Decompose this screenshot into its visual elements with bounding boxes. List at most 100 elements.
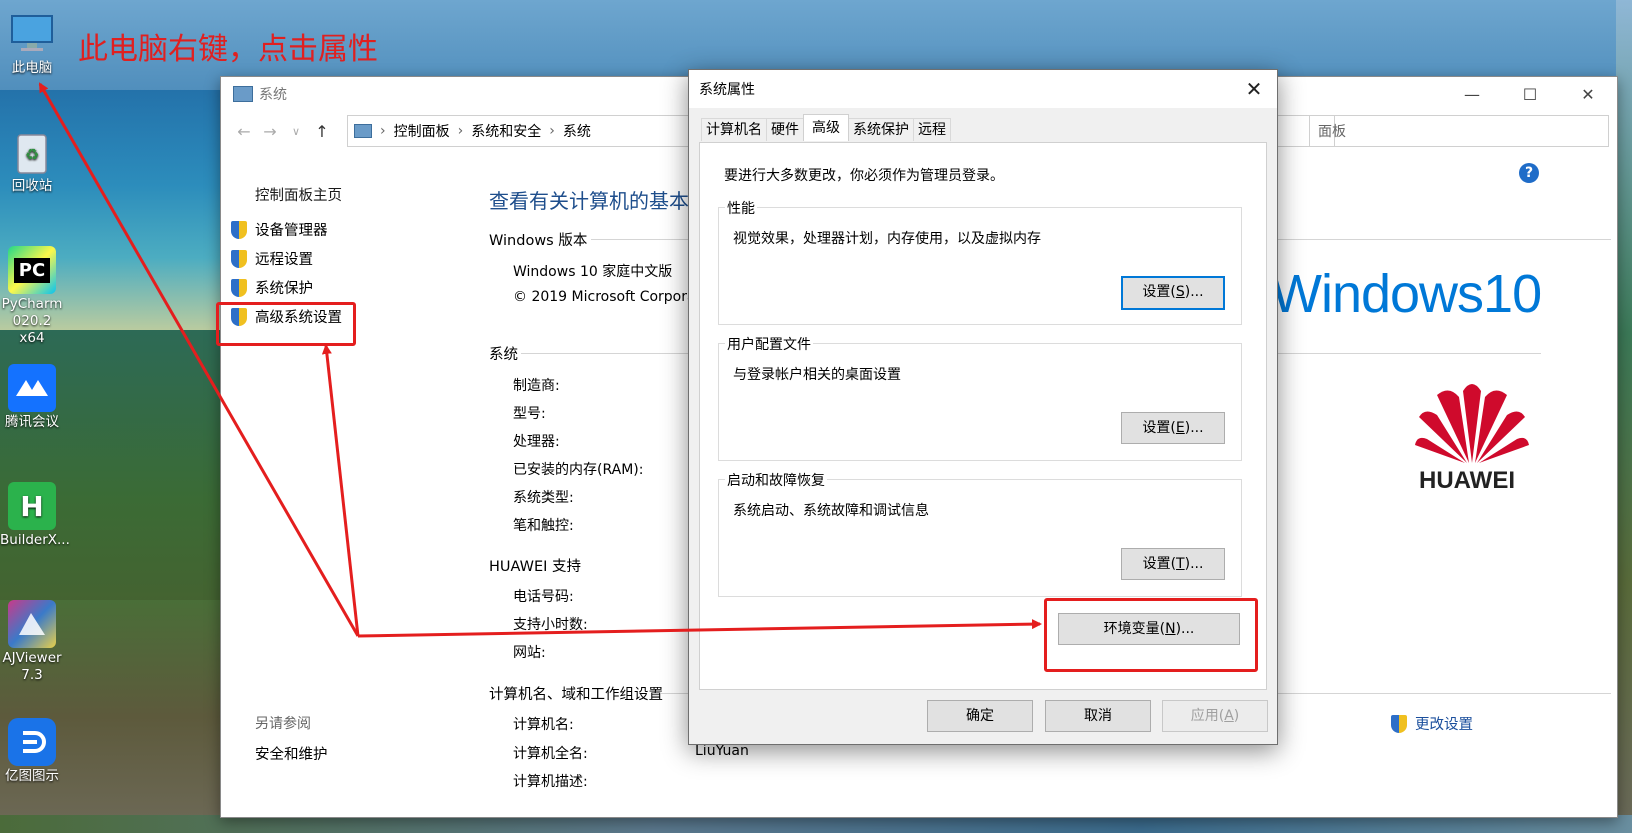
search-input[interactable]: 面板 bbox=[1309, 115, 1609, 147]
tab-computer-name[interactable]: 计算机名 bbox=[701, 118, 767, 141]
breadcrumb-system-security[interactable]: 系统和安全 bbox=[471, 121, 541, 141]
btn-tail: ) bbox=[1233, 708, 1240, 724]
btn-tail: )... bbox=[1184, 284, 1204, 300]
row-model-label: 型号: bbox=[513, 406, 546, 422]
btn-text: 设置( bbox=[1142, 420, 1176, 436]
btn-text: 设置( bbox=[1142, 556, 1177, 572]
group-user-profiles: 用户配置文件 与登录帐户相关的桌面设置 设置(E)... bbox=[718, 334, 1242, 461]
nav-remote-settings[interactable]: 远程设置 bbox=[231, 244, 471, 273]
btn-text: 应用( bbox=[1190, 708, 1225, 724]
nav-label: 设备管理器 bbox=[255, 223, 328, 239]
row-description-label: 计算机描述: bbox=[513, 774, 588, 790]
desktop-icon-label: AJViewer bbox=[2, 650, 62, 666]
row-ram-label: 已安装的内存(RAM): bbox=[513, 462, 644, 478]
window-controls: — ☐ ✕ bbox=[1443, 77, 1617, 111]
btn-text: 设置( bbox=[1142, 284, 1176, 300]
tab-system-protection[interactable]: 系统保护 bbox=[848, 118, 914, 141]
search-placeholder: 面板 bbox=[1318, 124, 1346, 140]
desktop-icon-label: 亿图图示 bbox=[5, 768, 59, 784]
help-icon[interactable]: ? bbox=[1519, 163, 1539, 183]
row-full-name-value: LiuYuan bbox=[695, 743, 749, 759]
nav-system-protection[interactable]: 系统保护 bbox=[231, 273, 471, 302]
back-icon[interactable]: ← bbox=[231, 122, 257, 141]
section-support: HUAWEI 支持 bbox=[489, 559, 582, 575]
close-icon[interactable]: ✕ bbox=[1559, 77, 1617, 111]
ajviewer-icon bbox=[8, 600, 56, 648]
group-title: 启动和故障恢复 bbox=[725, 470, 827, 490]
dialog-title: 系统属性 bbox=[699, 82, 755, 98]
desktop-icon-label-2: 020.2 x64 bbox=[12, 313, 52, 346]
btn-tail: )... bbox=[1184, 420, 1204, 436]
nav-control-panel-home[interactable]: 控制面板主页 bbox=[231, 173, 471, 215]
close-icon[interactable]: ✕ bbox=[1241, 76, 1267, 102]
shield-icon bbox=[231, 278, 247, 297]
system-window-title: 系统 bbox=[259, 87, 287, 103]
desktop-icon-recycle-bin[interactable]: ♻ 回收站 bbox=[0, 128, 64, 195]
windows-edition-value: Windows 10 家庭中文版 bbox=[513, 264, 673, 280]
chevron-down-icon[interactable]: ∨ bbox=[283, 125, 309, 138]
desktop-icon-label: BuilderX... bbox=[0, 532, 70, 548]
shield-icon bbox=[231, 220, 247, 239]
annotation-instruction: 此电脑右键，点击属性 bbox=[78, 32, 378, 67]
svg-text:♻: ♻ bbox=[25, 145, 39, 164]
desktop-icon-tencent-meeting[interactable]: 腾讯会议 bbox=[0, 364, 64, 431]
desktop-icon-builderx[interactable]: H BuilderX... bbox=[0, 482, 70, 549]
forward-icon[interactable]: → bbox=[257, 122, 283, 141]
btn-tail: )... bbox=[1184, 556, 1204, 572]
group-description: 与登录帐户相关的桌面设置 bbox=[733, 367, 901, 383]
control-panel-icon bbox=[354, 124, 372, 138]
change-settings-link[interactable]: 更改设置 bbox=[1391, 713, 1473, 734]
security-maintenance-link[interactable]: 安全和维护 bbox=[255, 743, 328, 764]
maximize-icon[interactable]: ☐ bbox=[1501, 77, 1559, 111]
tab-remote[interactable]: 远程 bbox=[913, 118, 951, 141]
startup-recovery-settings-button[interactable]: 设置(T)... bbox=[1121, 548, 1225, 580]
nav-device-manager[interactable]: 设备管理器 bbox=[231, 215, 471, 244]
group-title: 性能 bbox=[725, 198, 757, 218]
group-startup-recovery: 启动和故障恢复 系统启动、系统故障和调试信息 设置(T)... bbox=[718, 470, 1242, 597]
desktop-icon-pycharm[interactable]: PC PyCharm 020.2 x64 bbox=[0, 246, 64, 347]
row-phone-label: 电话号码: bbox=[513, 589, 574, 605]
user-profiles-settings-button[interactable]: 设置(E)... bbox=[1121, 412, 1225, 444]
breadcrumb-separator: › bbox=[457, 123, 464, 139]
ok-button[interactable]: 确定 bbox=[927, 700, 1033, 732]
section-windows-edition: Windows 版本 bbox=[489, 233, 588, 249]
desktop-icon-ajviewer[interactable]: AJViewer 7.3 bbox=[0, 600, 64, 684]
desktop-icon-this-pc[interactable]: 此电脑 bbox=[0, 10, 64, 77]
section-computer-name: 计算机名、域和工作组设置 bbox=[489, 687, 663, 703]
row-manufacturer-label: 制造商: bbox=[513, 378, 560, 394]
performance-settings-button[interactable]: 设置(S)... bbox=[1121, 276, 1225, 310]
row-computer-name-label: 计算机名: bbox=[513, 717, 574, 733]
admin-notice: 要进行大多数更改，你必须作为管理员登录。 bbox=[724, 168, 1004, 184]
cancel-button[interactable]: 取消 bbox=[1045, 700, 1151, 732]
btn-key: E bbox=[1175, 420, 1185, 436]
breadcrumb-separator: › bbox=[380, 123, 386, 139]
pycharm-icon: PC bbox=[8, 246, 56, 294]
copyright-text: © 2019 Microsoft Corpora bbox=[513, 289, 696, 305]
page-title: 查看有关计算机的基本信 bbox=[489, 189, 709, 213]
desktop-icon-edraw[interactable]: 亿图图示 bbox=[0, 718, 64, 785]
dialog-titlebar[interactable]: 系统属性 ✕ bbox=[689, 70, 1277, 108]
row-system-type-label: 系统类型: bbox=[513, 490, 574, 506]
apply-button[interactable]: 应用(A) bbox=[1162, 700, 1268, 732]
desktop-icon-label: 此电脑 bbox=[11, 60, 53, 76]
minimize-icon[interactable]: — bbox=[1443, 77, 1501, 111]
row-pen-touch-label: 笔和触控: bbox=[513, 518, 574, 534]
shield-icon bbox=[231, 249, 247, 268]
btn-key: T bbox=[1176, 556, 1185, 572]
tab-advanced[interactable]: 高级 bbox=[803, 114, 849, 141]
row-full-name-label: 计算机全名: bbox=[513, 746, 588, 762]
recycle-bin-icon: ♻ bbox=[8, 128, 56, 176]
breadcrumb-system[interactable]: 系统 bbox=[563, 121, 591, 141]
desktop-icon-label: 回收站 bbox=[11, 178, 53, 194]
change-settings-label: 更改设置 bbox=[1415, 717, 1473, 733]
up-icon[interactable]: ↑ bbox=[309, 122, 335, 141]
row-hours-label: 支持小时数: bbox=[513, 617, 588, 633]
tab-hardware[interactable]: 硬件 bbox=[766, 118, 804, 141]
nav-label: 远程设置 bbox=[255, 252, 313, 268]
btn-key: A bbox=[1224, 708, 1234, 724]
row-processor-label: 处理器: bbox=[513, 434, 560, 450]
row-website-label: 网站: bbox=[513, 645, 546, 661]
tencent-meeting-icon bbox=[8, 364, 56, 412]
desktop-icon-label: PyCharm bbox=[1, 296, 63, 312]
breadcrumb-control-panel[interactable]: 控制面板 bbox=[394, 121, 450, 141]
